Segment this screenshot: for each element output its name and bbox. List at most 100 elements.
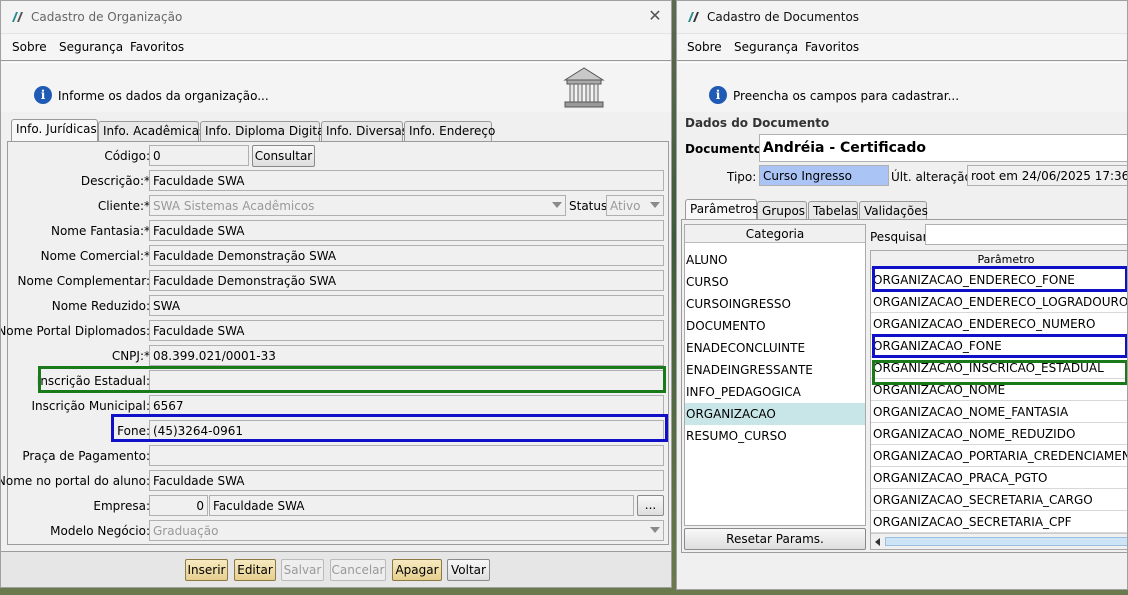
ultima-alteracao-label: Últ. alteração: (891, 170, 976, 184)
modelo-negocio-label: Modelo Negócio: (50, 524, 150, 538)
title-bar[interactable]: Cadastro de Organização ✕ (1, 1, 671, 34)
parametro-item[interactable]: ORGANIZACAO_NOME (871, 379, 1127, 401)
chevron-down-icon (650, 202, 660, 208)
scroll-left-icon[interactable] (875, 538, 880, 546)
empresa-label: Empresa: (93, 499, 150, 513)
parametros-panel: Categoria ALUNO CURSO CURSOINGRESSO DOCUMEN… (681, 219, 1127, 553)
tab-tabelas[interactable]: Tabelas (808, 201, 858, 221)
tab-info-academicas[interactable]: Info. Acadêmicas (98, 121, 205, 141)
menu-favoritos[interactable]: Favoritos (805, 40, 859, 54)
building-icon (563, 67, 605, 108)
fone-field[interactable]: (45)3264-0961 (149, 420, 664, 441)
salvar-button[interactable]: Salvar (281, 559, 324, 581)
cliente-select[interactable]: SWA Sistemas Acadêmicos (149, 195, 566, 216)
categoria-item[interactable]: ORGANIZACAO (685, 403, 865, 425)
editar-button[interactable]: Editar (234, 559, 276, 581)
status-value: Ativo (610, 199, 641, 213)
categoria-item[interactable]: INFO_PEDAGOGICA (685, 381, 865, 403)
consultar-button[interactable]: Consultar (252, 145, 315, 167)
reset-params-button[interactable]: Resetar Params. (684, 528, 866, 550)
tab-parametros[interactable]: Parâmetros (685, 199, 758, 221)
codigo-field[interactable]: 0 (149, 145, 249, 166)
voltar-button[interactable]: Voltar (447, 559, 490, 581)
parametro-item[interactable]: ORGANIZACAO_PORTARIA_CREDENCIAMENTO (871, 445, 1127, 467)
menu-seguranca[interactable]: Segurança (734, 40, 798, 54)
tab-grupos[interactable]: Grupos (757, 201, 807, 221)
categoria-header: Categoria (685, 225, 865, 243)
pesquisar-input[interactable] (925, 224, 1127, 245)
categoria-item[interactable]: CURSOINGRESSO (685, 293, 865, 315)
parametro-item[interactable]: ORGANIZACAO_FONE (871, 335, 1127, 357)
status-select[interactable]: Ativo (606, 195, 664, 216)
empresa-name-field[interactable]: Faculdade SWA (209, 495, 634, 516)
menu-favoritos[interactable]: Favoritos (130, 40, 184, 54)
tab-info-endereco[interactable]: Info. Endereço (404, 121, 495, 141)
tab-info-diploma-digital[interactable]: Info. Diploma Digital (200, 121, 328, 141)
nome-complementar-field[interactable]: Faculdade Demonstração SWA (149, 270, 664, 291)
fone-label: Fone: (117, 424, 150, 438)
apagar-button[interactable]: Apagar (392, 559, 442, 581)
cancelar-button[interactable]: Cancelar (330, 559, 386, 581)
parametro-item[interactable]: ORGANIZACAO_ENDERECO_LOGRADOURO (871, 291, 1127, 313)
info-message: Preencha os campos para cadastrar... (733, 89, 960, 103)
categoria-item[interactable]: CURSO (685, 271, 865, 293)
parametro-item[interactable]: ORGANIZACAO_PRACA_PGTO (871, 467, 1127, 489)
title-bar[interactable]: Cadastro de Documentos (677, 1, 1127, 34)
info-icon: i (709, 86, 727, 104)
app-logo-icon (688, 12, 699, 22)
documento-field[interactable]: Andréia - Certificado (759, 134, 1127, 162)
menu-sobre[interactable]: Sobre (12, 40, 47, 54)
nome-comercial-label: Nome Comercial:* (40, 249, 150, 263)
tab-validacoes[interactable]: Validações (859, 201, 928, 221)
close-icon[interactable]: ✕ (647, 7, 663, 25)
documentos-window: Cadastro de Documentos Sobre Segurança F… (676, 0, 1128, 590)
chevron-down-icon (650, 527, 660, 533)
nome-comercial-field[interactable]: Faculdade Demonstração SWA (149, 245, 664, 266)
inscricao-estadual-field[interactable] (149, 370, 664, 391)
nome-fantasia-label: Nome Fantasia:* (50, 224, 150, 238)
praca-label: Praça de Pagamento: (22, 449, 150, 463)
parametro-item[interactable]: ORGANIZACAO_SECRETARIA_CARGO (871, 489, 1127, 511)
info-band: i Informe os dados da organização... (1, 62, 671, 112)
descricao-label: Descrição:* (80, 174, 150, 188)
parametro-item[interactable]: ORGANIZACAO_NOME_FANTASIA (871, 401, 1127, 423)
scroll-thumb[interactable] (885, 537, 1127, 546)
tab-info-juridicas[interactable]: Info. Jurídicas (11, 119, 98, 141)
tipo-field[interactable]: Curso Ingresso (759, 165, 889, 186)
modelo-value: Graduação (153, 524, 219, 538)
parametro-item[interactable]: ORGANIZACAO_SECRETARIA_CPF (871, 511, 1127, 533)
window-title: Cadastro de Organização (31, 10, 183, 24)
cliente-value: SWA Sistemas Acadêmicos (153, 199, 315, 213)
descricao-field[interactable]: Faculdade SWA (149, 170, 664, 191)
categoria-item[interactable]: ENADEINGRESSANTE (685, 359, 865, 381)
menu-bar: Sobre Segurança Favoritos (677, 34, 1127, 61)
menu-seguranca[interactable]: Segurança (59, 40, 123, 54)
modelo-negocio-select[interactable]: Graduação (149, 520, 664, 541)
empresa-code-field[interactable]: 0 (149, 495, 208, 516)
nome-fantasia-field[interactable]: Faculdade SWA (149, 220, 664, 241)
horizontal-scrollbar[interactable] (871, 533, 1127, 549)
empresa-lookup-button[interactable]: ... (637, 495, 664, 516)
nome-reduzido-field[interactable]: SWA (149, 295, 664, 316)
praca-field[interactable] (149, 445, 664, 466)
nome-portal-field[interactable]: Faculdade SWA (149, 320, 664, 341)
info-icon: i (34, 86, 52, 104)
inscricao-municipal-field[interactable]: 6567 (149, 395, 664, 416)
categoria-item[interactable]: RESUMO_CURSO (685, 425, 865, 447)
categoria-item[interactable]: ENADECONCLUINTE (685, 337, 865, 359)
categoria-item[interactable]: DOCUMENTO (685, 315, 865, 337)
nome-aluno-field[interactable]: Faculdade SWA (149, 470, 664, 491)
inserir-button[interactable]: Inserir (185, 559, 228, 581)
cnpj-field[interactable]: 08.399.021/0001-33 (149, 345, 664, 366)
parametro-item[interactable]: ORGANIZACAO_ENDERECO_FONE (871, 269, 1127, 291)
parametro-item[interactable]: ORGANIZACAO_INSCRICAO_ESTADUAL (871, 357, 1127, 379)
parametro-item[interactable]: ORGANIZACAO_ENDERECO_NUMERO (871, 313, 1127, 335)
menu-sobre[interactable]: Sobre (687, 40, 722, 54)
tab-info-diversas[interactable]: Info. Diversas (321, 121, 408, 141)
categoria-item[interactable]: ALUNO (685, 249, 865, 271)
categoria-list: Categoria ALUNO CURSO CURSOINGRESSO DOCUMEN… (684, 224, 866, 526)
parametro-header: Parâmetro (871, 251, 1127, 269)
menu-bar: Sobre Segurança Favoritos (1, 34, 671, 61)
parametro-item[interactable]: ORGANIZACAO_NOME_REDUZIDO (871, 423, 1127, 445)
documento-label: Documento: (685, 142, 767, 156)
